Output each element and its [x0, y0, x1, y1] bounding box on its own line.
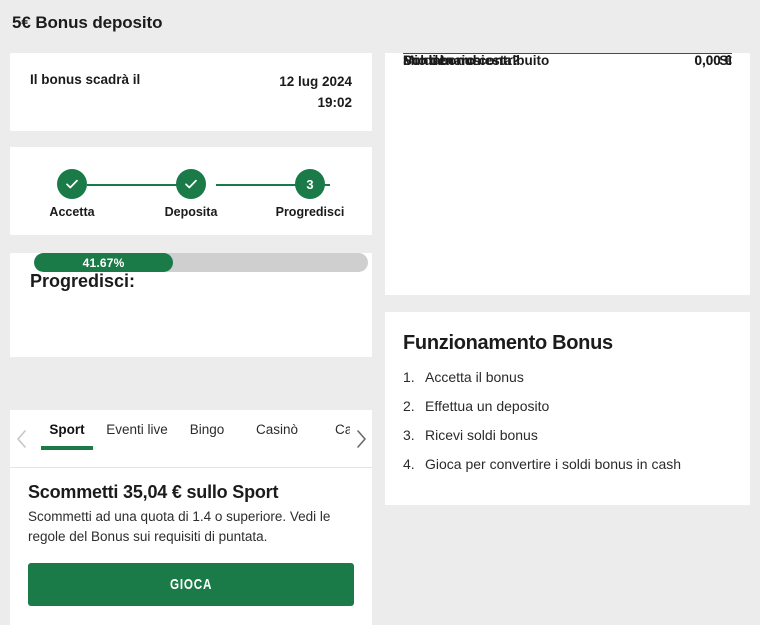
tab-casino-live-label: Ca l — [334, 422, 350, 437]
stepper-step-progredisci-number: 3 — [306, 176, 314, 192]
tab-eventi-live[interactable]: Eventi live — [102, 420, 172, 468]
play-button[interactable]: GIOCA — [28, 562, 354, 606]
tab-casino-label: Casinò — [255, 422, 299, 437]
how-it-works-item-text: Ricevi soldi bonus — [425, 427, 538, 443]
how-it-works-list: 1. Accetta il bonus 2. Effettua un depos… — [403, 370, 732, 486]
how-it-works-item-number: 1. — [403, 369, 415, 385]
stepper-step-accetta-label: Accetta — [49, 205, 95, 219]
tab-scroll-right-button[interactable] — [350, 410, 372, 468]
bonus-how-it-works-card: Funzionamento Bonus 1. Accetta il bonus … — [385, 312, 750, 505]
summary-row-stake-required-value: Sì — [719, 53, 732, 68]
tab-casino-live[interactable]: Ca l — [312, 420, 350, 468]
chevron-right-icon — [356, 430, 366, 448]
how-it-works-item: 3. Ricevi soldi bonus — [403, 428, 732, 442]
progress-bar-track: 41.67% — [34, 253, 368, 272]
how-it-works-item-text: Effettua un deposito — [425, 398, 550, 414]
bonus-expiry-label: Il bonus scadrà il — [30, 72, 141, 87]
bonus-stepper-card: Accetta Deposita 3 Progredisci — [10, 147, 372, 235]
stepper-step-accetta[interactable]: Accetta — [49, 169, 95, 219]
stepper-step-progredisci[interactable]: 3 Progredisci — [276, 169, 344, 219]
tab-sport[interactable]: Sport — [32, 420, 102, 468]
summary-row-stake-required: Puntata richiesta? Sì — [403, 53, 732, 68]
category-tab-strip[interactable]: Sport Eventi live Bingo Casinò Ca l — [32, 410, 350, 468]
bet-offer-title: Scommetti 35,04 € sullo Sport — [28, 482, 279, 502]
check-icon — [66, 179, 78, 189]
stepper-step-progredisci-circle: 3 — [295, 169, 325, 199]
stepper-step-accetta-circle — [57, 169, 87, 199]
stepper-step-deposita[interactable]: Deposita — [165, 169, 217, 219]
how-it-works-item: 4. Gioca per convertire i soldi bonus in… — [403, 457, 732, 471]
bonus-summary-card: Mio denaro contribuito 0,00 € Soldi bonu… — [385, 53, 750, 295]
bonus-expiry-row: Il bonus scadrà il 12 lug 2024 19:02 — [30, 72, 352, 114]
bonus-expiry-card: Il bonus scadrà il 12 lug 2024 19:02 — [10, 53, 372, 131]
how-it-works-item: 2. Effettua un deposito — [403, 399, 732, 413]
tab-sport-label: Sport — [49, 422, 85, 437]
page-title: 5€ Bonus deposito — [12, 13, 163, 32]
tab-bingo-label: Bingo — [189, 422, 225, 437]
progress-title: Progredisci: — [30, 271, 136, 291]
progress-bar-fill: 41.67% — [34, 253, 174, 272]
tab-scroll-left-button[interactable] — [10, 410, 32, 468]
bonus-progress-card: Progredisci: 41.67% — [10, 253, 372, 357]
play-button-label: GIOCA — [169, 575, 213, 593]
bet-offer-body: Scommetti 35,04 € sullo Sport Scommetti … — [10, 468, 372, 606]
progress-percent-label: 41.67% — [82, 255, 125, 270]
stepper-step-progredisci-label: Progredisci — [275, 205, 345, 219]
chevron-left-icon — [16, 430, 26, 448]
how-it-works-item-number: 4. — [403, 456, 415, 472]
tab-sport-underline — [41, 446, 93, 450]
tab-bingo[interactable]: Bingo — [172, 420, 242, 468]
bonus-stepper: Accetta Deposita 3 Progredisci — [10, 169, 372, 219]
stepper-step-deposita-label: Deposita — [164, 205, 218, 219]
category-tabbar: Sport Eventi live Bingo Casinò Ca l — [10, 410, 372, 468]
how-it-works-item-number: 2. — [403, 398, 415, 414]
how-it-works-item-text: Gioca per convertire i soldi bonus in ca… — [425, 456, 682, 472]
how-it-works-item-text: Accetta il bonus — [425, 369, 524, 385]
tab-eventi-live-label: Eventi live — [106, 422, 168, 437]
bet-offer-description: Scommetti ad una quota di 1.4 o superior… — [28, 509, 331, 545]
bonus-expiry-value: 12 lug 2024 19:02 — [279, 72, 352, 114]
bonus-expiry-date: 12 lug 2024 — [279, 74, 352, 89]
how-it-works-item-number: 3. — [403, 427, 415, 443]
how-it-works-item: 1. Accetta il bonus — [403, 370, 732, 384]
bonus-expiry-time: 19:02 — [317, 94, 352, 110]
how-it-works-title: Funzionamento Bonus — [403, 332, 613, 354]
bet-offer-card: Sport Eventi live Bingo Casinò Ca l — [10, 410, 372, 625]
summary-row-stake-required-label: Puntata richiesta? — [403, 53, 521, 68]
stepper-step-deposita-circle — [176, 169, 206, 199]
check-icon — [185, 179, 197, 189]
tab-casino[interactable]: Casinò — [242, 420, 312, 468]
bonus-detail-page: 5€ Bonus deposito Il bonus scadrà il 12 … — [0, 0, 760, 625]
